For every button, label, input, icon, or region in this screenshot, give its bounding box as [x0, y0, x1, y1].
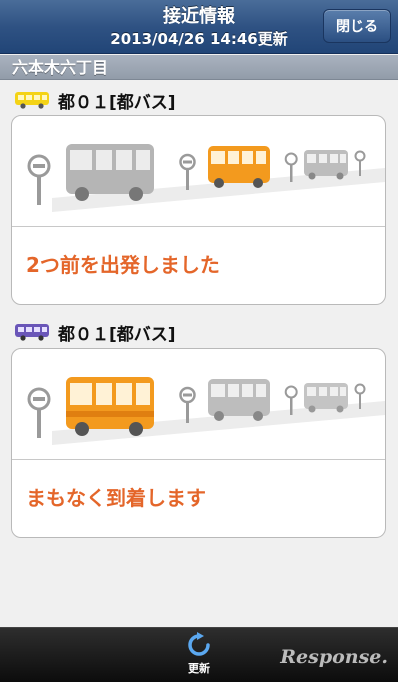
bus-position-diagram — [27, 377, 385, 445]
watermark: Response. — [280, 646, 388, 668]
bus-stop-icon — [179, 386, 196, 423]
close-button[interactable]: 閉じる — [323, 9, 391, 43]
route-name: 都０１[都バス] — [58, 92, 176, 113]
navigation-bar: 接近情報 2013/04/26 14:46更新 閉じる — [0, 0, 398, 54]
route-card: まもなく到着します — [11, 348, 386, 538]
bus-icon — [66, 377, 154, 436]
bus-stop-icon — [27, 154, 51, 205]
bus-icon — [208, 146, 270, 188]
route-name: 都０１[都バス] — [58, 324, 176, 345]
refresh-label: 更新 — [188, 662, 210, 675]
bus-icon — [304, 150, 348, 180]
bus-stop-icon — [27, 387, 51, 438]
bus-icon — [15, 324, 49, 341]
bottom-toolbar: 更新 Response. — [0, 627, 398, 682]
divider — [12, 459, 385, 460]
refresh-button[interactable]: 更新 — [174, 632, 224, 678]
stop-name: 六本木六丁目 — [0, 55, 398, 80]
bus-icon — [304, 383, 348, 413]
route-card: 2つ前を出発しました — [11, 115, 386, 305]
divider — [12, 226, 385, 227]
route-header: 都０１[都バス] — [14, 89, 176, 113]
refresh-icon — [188, 632, 210, 656]
bus-icon — [208, 379, 270, 421]
approach-status: まもなく到着します — [26, 486, 206, 510]
bus-icon — [66, 144, 154, 201]
bus-icon — [15, 92, 49, 109]
route-header: 都０１[都バス] — [14, 321, 176, 345]
bus-stop-icon — [179, 153, 196, 190]
bus-position-diagram — [27, 144, 385, 212]
approach-status: 2つ前を出発しました — [26, 253, 220, 277]
